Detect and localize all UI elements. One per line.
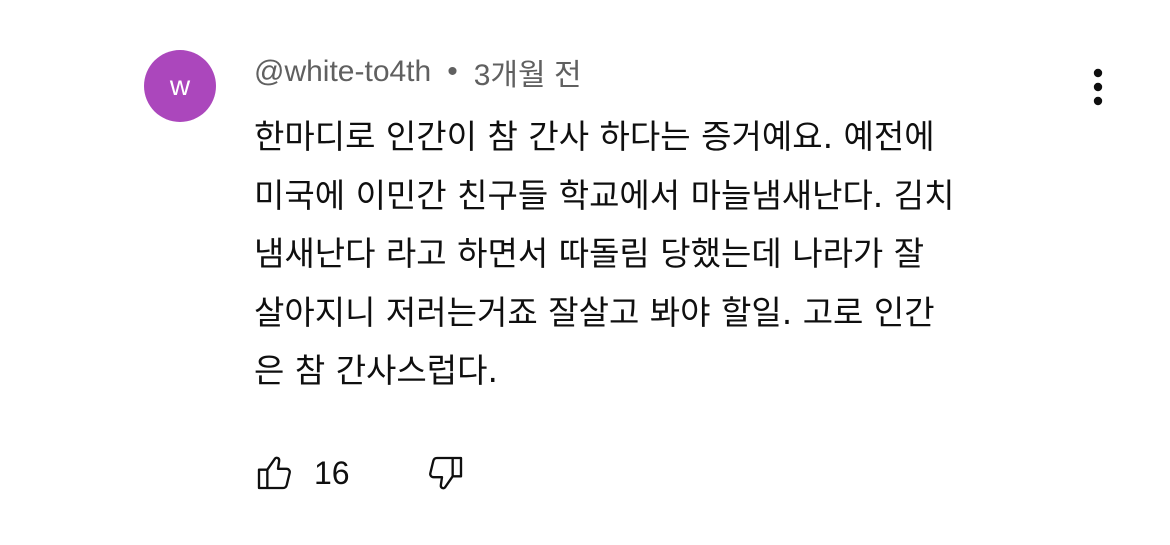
like-button[interactable]: 16 <box>254 453 426 493</box>
like-count: 16 <box>314 454 350 491</box>
avatar[interactable]: w <box>144 50 216 122</box>
comment-text-line: 은 참 간사스럽다. <box>254 351 498 390</box>
comment-text-line: 미국에 이민간 친구들 학교에서 마늘냄새난다. 김치 <box>254 175 955 215</box>
avatar-letter: w <box>169 70 191 101</box>
comment-text-line: 냄새난다 라고 하면서 따돌림 당했는데 나라가 잘 <box>254 234 925 273</box>
thumbs-down-icon <box>426 453 466 493</box>
comment-text-line: 살아지니 저러는거죠 잘살고 봐야 할일. 고로 인간 <box>254 292 935 332</box>
more-vert-icon <box>1092 67 1104 107</box>
author-name[interactable]: @white-to4th <box>254 55 431 89</box>
comment-text-line: 한마디로 인간이 참 간사 하다는 증거예요. 예전에 <box>254 117 935 156</box>
comment-thread: w @white-to4th • 3개월 전 한마디로 인간이 참 간사 하다는… <box>0 0 1170 545</box>
meta-separator: • <box>447 55 458 88</box>
comment-header: @white-to4th • 3개월 전 <box>254 52 582 92</box>
more-options-button[interactable] <box>1078 64 1118 110</box>
dislike-button[interactable] <box>426 453 466 493</box>
thumbs-up-icon <box>254 453 294 493</box>
comment-text: 한마디로 인간이 참 간사 하다는 증거예요. 예전에 미국에 이민간 친구들 … <box>254 108 1114 401</box>
comment-actions: 16 <box>254 448 466 498</box>
comment-time[interactable]: 3개월 전 <box>474 50 582 94</box>
